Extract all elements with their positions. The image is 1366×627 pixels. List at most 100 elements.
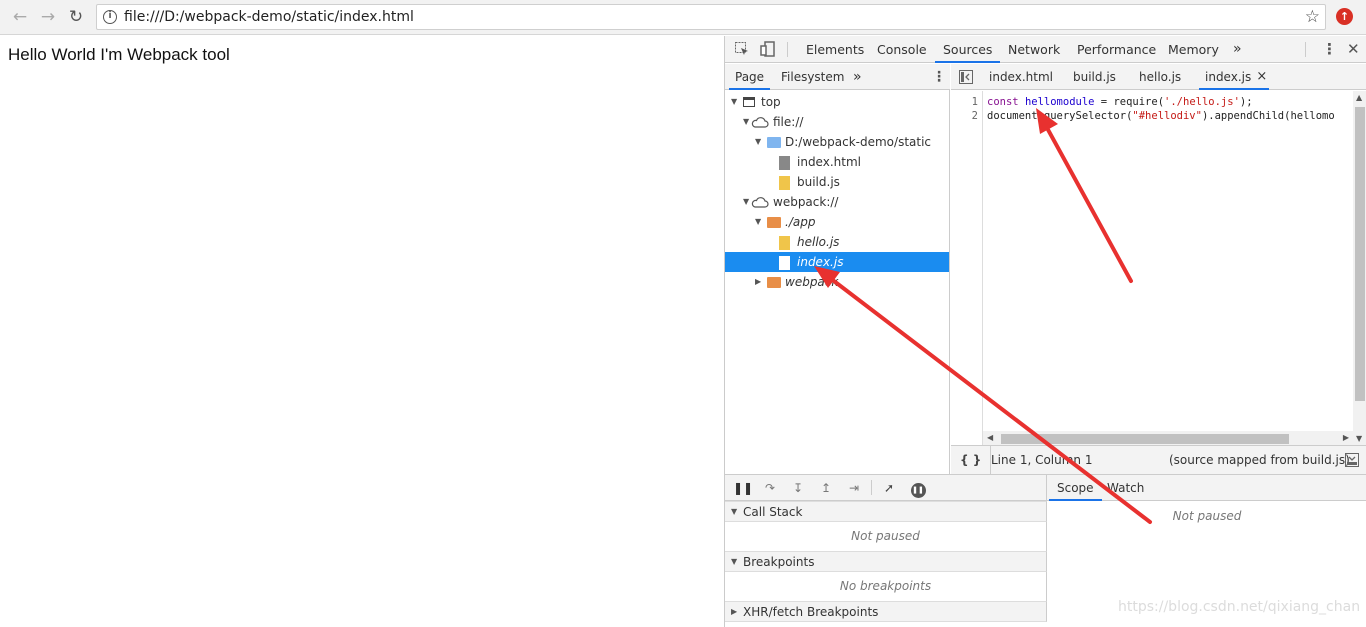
file-navigator: Page Filesystem » ⋮ ▼ top ▼ file:// ▼ D:…: [725, 64, 950, 474]
debugger-toolbar: ❚❚ ↷ ↧ ↥ ⇥ ➚ ❚❚: [725, 475, 1047, 501]
tree-item-hello-js[interactable]: hello.js: [725, 232, 949, 252]
editor-status-bar: { } Line 1, Column 1 (source mapped from…: [951, 445, 1366, 475]
horizontal-scrollbar[interactable]: ◀ ▶: [983, 431, 1353, 445]
identifier: hellomodule: [1024, 96, 1095, 108]
editor-tab-index-html[interactable]: index.html: [983, 64, 1059, 90]
reload-icon[interactable]: ↻: [66, 8, 86, 28]
device-toolbar-icon[interactable]: [760, 41, 776, 57]
forward-icon[interactable]: →: [38, 8, 58, 28]
tab-scope[interactable]: Scope: [1049, 475, 1102, 501]
editor-tab-hello-js[interactable]: hello.js: [1133, 64, 1187, 90]
scroll-thumb[interactable]: [1001, 434, 1289, 444]
call-stack-body: Not paused: [725, 522, 1047, 551]
info-icon[interactable]: i: [103, 10, 117, 24]
tree-label: webpack: [785, 275, 839, 289]
editor-tab-label: index.js: [1205, 70, 1252, 84]
source-editor: index.html build.js hello.js index.js × …: [951, 64, 1366, 475]
source-map-info[interactable]: (source mapped from build.js): [1169, 446, 1350, 475]
js-file-icon: [779, 256, 790, 270]
frame-icon: [743, 97, 755, 107]
scope-body: Not paused: [1172, 509, 1242, 523]
cursor-position: Line 1, Column 1: [990, 446, 1093, 475]
cloud-icon: [751, 197, 769, 208]
expanded-arrow-icon: ▼: [743, 117, 750, 126]
tab-performance[interactable]: Performance: [1069, 36, 1164, 63]
step-into-icon[interactable]: ↧: [789, 479, 807, 497]
scroll-right-icon[interactable]: ▶: [1343, 433, 1349, 442]
pause-on-exceptions-icon[interactable]: ❚❚: [909, 479, 927, 498]
line-number: 1: [971, 96, 978, 108]
more-tabs-icon[interactable]: »: [1225, 36, 1250, 63]
expanded-arrow-icon: ▼: [731, 97, 738, 106]
folder-icon: [767, 277, 781, 288]
pretty-print-icon[interactable]: { }: [960, 446, 981, 475]
toggle-navigator-icon[interactable]: [959, 70, 973, 84]
section-title: Call Stack: [743, 505, 803, 519]
scroll-down-icon[interactable]: ▼: [1356, 434, 1362, 443]
separator: [1305, 42, 1306, 57]
tree-item-app-folder[interactable]: ▼ ./app: [725, 212, 949, 232]
string-literal: "#hellodiv": [1132, 110, 1202, 122]
tab-memory[interactable]: Memory: [1160, 36, 1227, 63]
tree-item-index-html[interactable]: index.html: [725, 152, 949, 172]
step-icon[interactable]: ⇥: [845, 479, 863, 497]
tab-filesystem[interactable]: Filesystem: [775, 64, 850, 90]
scroll-thumb[interactable]: [1355, 107, 1365, 401]
tree-label: webpack://: [773, 195, 839, 209]
close-devtools-icon[interactable]: ✕: [1339, 36, 1366, 63]
tree-item-webpack-origin[interactable]: ▼ webpack://: [725, 192, 949, 212]
tree-label: hello.js: [797, 235, 840, 249]
scroll-up-icon[interactable]: ▲: [1356, 93, 1362, 102]
code-text: );: [1239, 96, 1253, 108]
tree-item-index-js[interactable]: index.js: [725, 252, 949, 272]
step-over-icon[interactable]: ↷: [761, 479, 779, 497]
url-text[interactable]: file:///D:/webpack-demo/static/index.htm…: [124, 9, 414, 25]
pause-icon[interactable]: ❚❚: [733, 479, 753, 497]
scroll-left-icon[interactable]: ◀: [987, 433, 993, 442]
deactivate-breakpoints-icon[interactable]: ➚: [880, 479, 898, 497]
tab-watch[interactable]: Watch: [1099, 475, 1152, 501]
breakpoints-header[interactable]: ▼ Breakpoints: [725, 551, 1047, 572]
tab-elements[interactable]: Elements: [798, 36, 872, 63]
star-icon[interactable]: ☆: [1305, 7, 1320, 27]
close-tab-icon[interactable]: ×: [1256, 64, 1267, 90]
tree-item-webpack-folder[interactable]: ▶ webpack: [725, 272, 949, 292]
js-file-icon: [779, 236, 790, 250]
code-line-1[interactable]: const hellomodule = require('./hello.js'…: [987, 96, 1351, 108]
back-icon[interactable]: ←: [10, 8, 30, 28]
cloud-icon: [751, 117, 769, 128]
call-stack-header[interactable]: ▼ Call Stack: [725, 501, 1047, 522]
tree-label: ./app: [785, 215, 816, 229]
tab-page[interactable]: Page: [729, 64, 771, 90]
toggle-debugger-icon[interactable]: [1345, 453, 1359, 467]
expanded-arrow-icon: ▼: [731, 557, 738, 566]
xhr-breakpoints-header[interactable]: ▶ XHR/fetch Breakpoints: [725, 601, 1047, 622]
tab-network[interactable]: Network: [1000, 36, 1068, 63]
address-bar[interactable]: i file:///D:/webpack-demo/static/index.h…: [96, 4, 1326, 30]
line-number: 2: [971, 110, 978, 122]
navigator-menu-icon[interactable]: ⋮: [926, 64, 952, 90]
tree-item-build-js[interactable]: build.js: [725, 172, 949, 192]
tree-item-file-origin[interactable]: ▼ file://: [725, 112, 949, 132]
vertical-scrollbar[interactable]: ▲ ▼: [1353, 91, 1366, 445]
separator: [871, 480, 872, 495]
code-line-2[interactable]: document.querySelector("#hellodiv").appe…: [987, 110, 1351, 122]
more-navigator-icon[interactable]: »: [847, 64, 868, 90]
code-text: ).appendChild(hellomo: [1201, 110, 1335, 122]
step-out-icon[interactable]: ↥: [817, 479, 835, 497]
watermark: https://blog.csdn.net/qixiang_chan: [1118, 599, 1361, 615]
section-title: Breakpoints: [743, 555, 815, 569]
tab-sources[interactable]: Sources: [935, 36, 1001, 63]
tree-item-top[interactable]: ▼ top: [725, 92, 949, 112]
tab-console[interactable]: Console: [869, 36, 935, 63]
tree-label: index.html: [797, 155, 861, 169]
string-literal: './hello.js': [1164, 96, 1240, 108]
editor-tab-build-js[interactable]: build.js: [1067, 64, 1122, 90]
inspect-icon[interactable]: [734, 41, 750, 57]
expanded-arrow-icon: ▼: [731, 507, 738, 516]
breakpoints-body: No breakpoints: [725, 572, 1047, 601]
extension-icon[interactable]: ↑: [1336, 8, 1353, 25]
editor-tab-index-js[interactable]: index.js ×: [1199, 64, 1270, 90]
expanded-arrow-icon: ▼: [743, 197, 750, 206]
tree-item-static-folder[interactable]: ▼ D:/webpack-demo/static: [725, 132, 949, 152]
